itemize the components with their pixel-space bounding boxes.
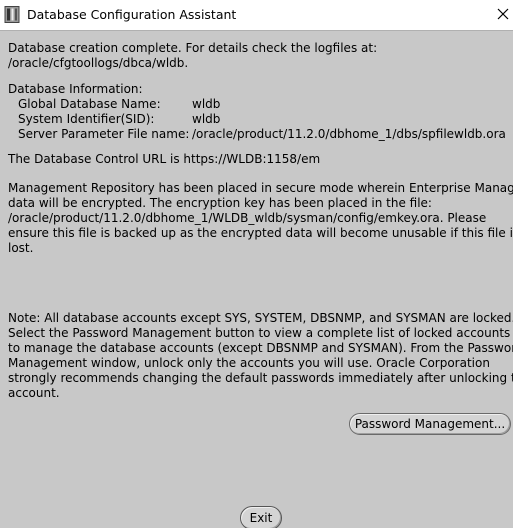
- spfile-value: /oracle/product/11.2.0/dbhome_1/dbs/spfi…: [192, 127, 506, 141]
- note-text-line: account.: [8, 386, 60, 400]
- logfile-path-text: /oracle/cfgtoollogs/dbca/wldb.: [8, 56, 189, 70]
- note-text-line: to manage the database accounts (except …: [8, 341, 513, 355]
- global-db-name-label: Global Database Name:: [18, 97, 161, 111]
- title-bar: Database Configuration Assistant: [0, 0, 513, 30]
- exit-button[interactable]: Exit: [240, 506, 282, 528]
- dialog-content: Database creation complete. For details …: [0, 30, 513, 528]
- sid-value: wldb: [192, 112, 221, 126]
- spfile-label: Server Parameter File name:: [18, 127, 190, 141]
- sid-label: System Identifier(SID):: [18, 112, 155, 126]
- creation-complete-text: Database creation complete. For details …: [8, 41, 378, 55]
- note-text-line: Note: All database accounts except SYS, …: [8, 311, 513, 325]
- repository-text-line: lost.: [8, 241, 34, 255]
- global-db-name-value: wldb: [192, 97, 221, 111]
- repository-text-line: data will be encrypted. The encryption k…: [8, 196, 432, 210]
- note-text-line: strongly recommends changing the default…: [8, 371, 513, 385]
- close-icon[interactable]: [494, 5, 512, 23]
- window-title: Database Configuration Assistant: [27, 7, 237, 22]
- note-text-line: Select the Password Management button to…: [8, 326, 513, 340]
- dbca-app-icon: [4, 6, 20, 23]
- repository-text-line: Management Repository has been placed in…: [8, 181, 513, 195]
- password-management-button[interactable]: Password Management...: [349, 413, 511, 435]
- repository-text-line: /oracle/product/11.2.0/dbhome_1/WLDB_wld…: [8, 211, 487, 225]
- control-url-text: The Database Control URL is https://WLDB…: [8, 152, 321, 166]
- database-info-heading: Database Information:: [8, 82, 143, 96]
- note-text-line: Management window, unlock only the accou…: [8, 356, 490, 370]
- repository-text-line: ensure this file is backed up as the enc…: [8, 226, 513, 240]
